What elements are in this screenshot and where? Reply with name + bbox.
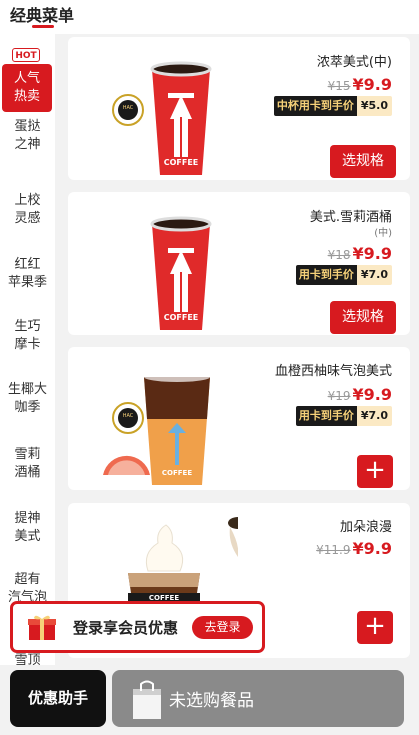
card-price-value: ¥7.0 <box>356 406 392 426</box>
hot-badge: HOT <box>12 48 40 62</box>
login-button[interactable]: 去登录 <box>192 616 253 639</box>
add-to-cart-button[interactable]: + <box>357 455 393 488</box>
sparkling-americano-image: HAC COFFEE <box>103 372 210 485</box>
sidebar-item-colonel[interactable]: 上校 灵感 <box>0 192 55 228</box>
svg-text:COFFEE: COFFEE <box>164 313 199 322</box>
price-row: ¥19 ¥9.9 <box>328 385 392 404</box>
sidebar-item-sherry[interactable]: 雪莉 酒桶 <box>0 446 55 482</box>
product-name: 加朵浪漫 <box>339 520 392 535</box>
product-name: 浓萃美式(中) <box>316 55 392 70</box>
card-price-label: 用卡到手价 <box>295 406 357 426</box>
price-row: ¥18 ¥9.9 <box>328 244 392 263</box>
card-price-tag: 用卡到手价 ¥7.0 <box>295 265 392 285</box>
product-size: (中) <box>374 228 392 239</box>
original-price: ¥15 <box>327 79 351 93</box>
card-price-value: ¥7.0 <box>356 265 392 285</box>
original-price: ¥18 <box>327 248 351 262</box>
card-price-value: ¥5.0 <box>356 96 392 116</box>
cart-bar[interactable]: 未选购餐品 <box>112 670 404 727</box>
cart-status-text: 未选购餐品 <box>169 691 254 711</box>
svg-text:HAC: HAC <box>123 413 134 419</box>
svg-text:COFFEE: COFFEE <box>164 158 199 167</box>
sidebar-item-popular[interactable]: 人气 热卖 <box>2 64 52 112</box>
menu-page: 经典菜单 HOT 人气 热卖 蛋挞 之神 上校 灵感 红红 苹果季 生巧 摩卡 … <box>0 0 419 735</box>
card-price-tag: 用卡到手价 ¥7.0 <box>295 406 392 426</box>
original-price: ¥19 <box>327 389 351 403</box>
gift-icon <box>28 615 56 640</box>
member-login-banner[interactable]: 登录享会员优惠 去登录 <box>10 601 265 653</box>
svg-text:HAC: HAC <box>123 105 134 111</box>
discount-assistant-button[interactable]: 优惠助手 <box>10 670 106 727</box>
sidebar-item-egg-tart[interactable]: 蛋挞 之神 <box>0 118 55 154</box>
card-price-label: 用卡到手价 <box>295 265 357 285</box>
product-card[interactable]: HAC COFFEE 血橙西柚味气泡美式 ¥19 ¥9.9 用卡到手价 ¥7.0… <box>68 347 410 490</box>
sale-price: ¥9.9 <box>352 75 392 94</box>
sidebar-item-mocha[interactable]: 生巧 摩卡 <box>0 318 55 354</box>
header: 经典菜单 <box>0 0 419 34</box>
product-card[interactable]: HAC COFFEE 浓萃美式(中) ¥15 ¥9.9 中杯用卡到手价 ¥5.0… <box>68 37 410 180</box>
svg-text:COFFEE: COFFEE <box>162 469 192 477</box>
card-price-label: 中杯用卡到手价 <box>273 96 357 116</box>
product-name: 血橙西柚味气泡美式 <box>274 364 392 379</box>
page-title: 经典菜单 <box>10 6 75 25</box>
card-price-tag: 中杯用卡到手价 ¥5.0 <box>273 96 392 116</box>
title-underline <box>32 25 54 28</box>
price-row: ¥11.9 ¥9.9 <box>316 539 392 558</box>
red-coffee-cup-image: HAC COFFEE <box>112 61 212 175</box>
sale-price: ¥9.9 <box>352 539 392 558</box>
sidebar-item-americano[interactable]: 提神 美式 <box>0 510 55 546</box>
original-price: ¥11.9 <box>316 543 351 557</box>
sale-price: ¥9.9 <box>352 385 392 404</box>
login-promo-text: 登录享会员优惠 <box>73 619 179 637</box>
add-to-cart-button[interactable]: + <box>357 611 393 644</box>
shopping-bag-icon <box>133 680 161 719</box>
sidebar-item-coconut[interactable]: 生椰大 咖季 <box>0 381 55 417</box>
red-coffee-cup-image: COFFEE <box>150 216 212 330</box>
sidebar-item-apple[interactable]: 红红 苹果季 <box>0 256 55 292</box>
select-spec-button[interactable]: 选规格 <box>330 145 396 178</box>
bottom-bar: 优惠助手 未选购餐品 <box>0 665 419 735</box>
price-row: ¥15 ¥9.9 <box>328 75 392 94</box>
select-spec-button[interactable]: 选规格 <box>330 301 396 334</box>
product-name: 美式.雪莉酒桶 <box>309 210 392 225</box>
sale-price: ¥9.9 <box>352 244 392 263</box>
product-card[interactable]: COFFEE 美式.雪莉酒桶 (中) ¥18 ¥9.9 用卡到手价 ¥7.0 选… <box>68 192 410 335</box>
